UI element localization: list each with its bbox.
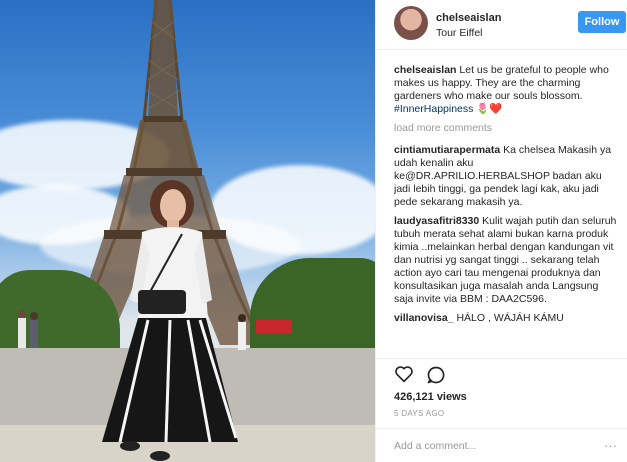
more-options-icon[interactable]: ···: [604, 438, 617, 453]
comment-item: laudyasafitri8330 Kulit wajah putih dan …: [394, 215, 619, 306]
header-username[interactable]: chelseaislan: [436, 12, 501, 24]
post-header: chelseaislan Tour Eiffel Follow: [376, 0, 627, 50]
post-date[interactable]: 5 DAYS AGO: [394, 409, 444, 418]
comment-username[interactable]: laudyasafitri8330: [394, 215, 479, 227]
add-comment-input[interactable]: [394, 438, 594, 454]
comment-item: villanovisa_ HÁLO , WÁJÁH KÁMU: [394, 312, 619, 325]
avatar[interactable]: [394, 6, 428, 40]
views-count: 426,121 views: [394, 391, 467, 403]
comment-item: cintiamutiarapermata Ka chelsea Makasih …: [394, 144, 619, 209]
caption-username[interactable]: chelseaislan: [394, 64, 456, 76]
follow-button[interactable]: Follow: [578, 11, 626, 33]
caption-emoji: 🌷❤️: [476, 103, 503, 115]
heart-icon[interactable]: [394, 365, 414, 383]
bystanders: [18, 310, 292, 350]
action-bar: [376, 358, 627, 388]
post-photo[interactable]: [0, 0, 375, 462]
comment-bubble-icon[interactable]: [426, 365, 446, 385]
comment-username[interactable]: villanovisa_: [394, 312, 454, 324]
location-link[interactable]: Tour Eiffel: [436, 27, 483, 39]
comment-username[interactable]: cintiamutiarapermata: [394, 144, 500, 156]
comments-list[interactable]: chelseaislan Let us be grateful to peopl…: [394, 64, 619, 358]
caption: chelseaislan Let us be grateful to peopl…: [394, 64, 619, 116]
comment-text: Kulit wajah putih dan seluruh tubuh mera…: [394, 215, 617, 305]
comment-composer: ···: [376, 428, 627, 462]
load-more-comments-link[interactable]: load more comments: [394, 122, 619, 135]
comment-text: HÁLO , WÁJÁH KÁMU: [456, 312, 564, 324]
post-side-panel: chelseaislan Tour Eiffel Follow chelseai…: [375, 0, 627, 462]
hashtag-link[interactable]: #InnerHappiness: [394, 103, 473, 115]
